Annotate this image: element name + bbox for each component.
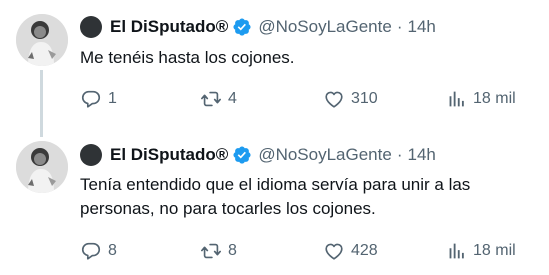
verified-badge-icon: [233, 146, 251, 164]
separator-dot: ·: [396, 145, 403, 164]
handle[interactable]: @NoSoyLaGente: [258, 145, 392, 165]
retweet-icon: [201, 243, 221, 259]
tweet-header: El DiSputado® @NoSoyLaGente · 14h: [80, 143, 436, 167]
handle[interactable]: @NoSoyLaGente: [258, 17, 392, 37]
view-count: 18 mil: [473, 90, 516, 107]
reply-count: 1: [108, 90, 117, 107]
separator-dot: ·: [396, 17, 403, 36]
retweet-button[interactable]: 4: [200, 87, 237, 111]
views-button[interactable]: 18 mil: [445, 87, 516, 111]
retweet-count: 4: [228, 90, 237, 107]
tweet-header: El DiSputado® @NoSoyLaGente · 14h: [80, 15, 436, 39]
retweet-icon: [201, 91, 221, 107]
views-icon: [449, 243, 464, 259]
avatar[interactable]: [16, 141, 68, 193]
small-avatar-icon: [80, 16, 102, 38]
small-avatar-icon: [80, 144, 102, 166]
tweet[interactable]: El DiSputado® @NoSoyLaGente · 14h Tenía …: [0, 135, 549, 275]
reply-button[interactable]: 1: [80, 87, 117, 111]
reply-icon: [81, 242, 101, 260]
retweet-button[interactable]: 8: [200, 239, 237, 263]
views-button[interactable]: 18 mil: [445, 239, 516, 263]
reply-count: 8: [108, 242, 117, 259]
timestamp[interactable]: 14h: [408, 145, 436, 165]
verified-badge-icon: [233, 18, 251, 36]
like-button[interactable]: 428: [323, 239, 378, 263]
tweet-actions: 1 4 310 18 mil: [80, 87, 540, 111]
tweet-text: Tenía entendido que el idioma servía par…: [80, 175, 471, 218]
tweet-actions: 8 8 428 18 mil: [80, 239, 540, 263]
avatar[interactable]: [16, 14, 68, 66]
thread-connector-line: [40, 70, 43, 137]
views-icon: [449, 91, 464, 107]
tweet[interactable]: El DiSputado® @NoSoyLaGente · 14h Me ten…: [0, 0, 549, 137]
like-count: 428: [351, 242, 378, 259]
reply-icon: [81, 90, 101, 108]
timestamp[interactable]: 14h: [408, 17, 436, 37]
reply-button[interactable]: 8: [80, 239, 117, 263]
display-name[interactable]: El DiSputado®: [110, 145, 228, 165]
like-button[interactable]: 310: [323, 87, 378, 111]
avatar-photo: [16, 14, 68, 66]
like-count: 310: [351, 90, 378, 107]
tweet-thread: El DiSputado® @NoSoyLaGente · 14h Me ten…: [0, 0, 549, 275]
like-icon: [325, 243, 343, 260]
tweet-text: Me tenéis hasta los cojones.: [80, 48, 295, 67]
view-count: 18 mil: [473, 242, 516, 259]
display-name[interactable]: El DiSputado®: [110, 17, 228, 37]
avatar-photo: [16, 141, 68, 193]
retweet-count: 8: [228, 242, 237, 259]
like-icon: [325, 91, 343, 108]
